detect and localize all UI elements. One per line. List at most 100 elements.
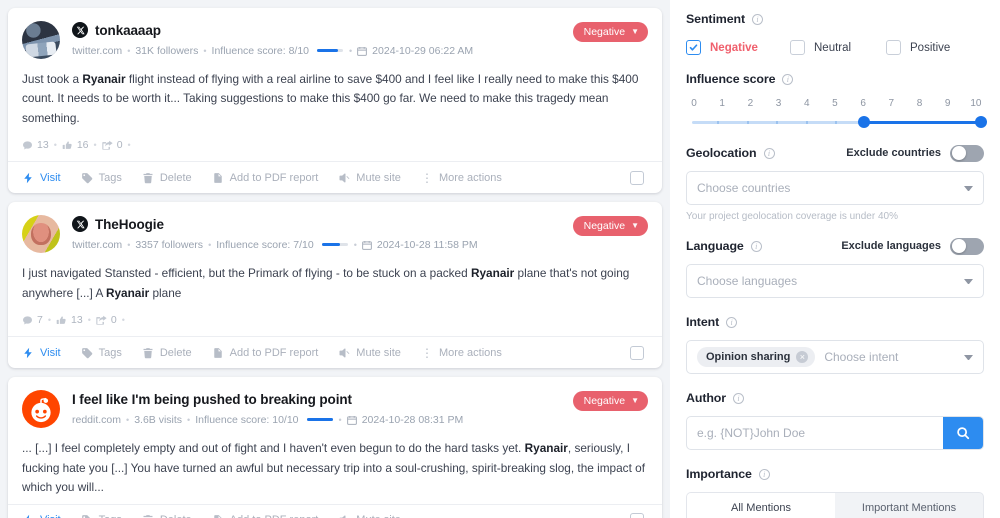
mute-icon (339, 173, 350, 183)
author-name[interactable]: TheHoogie (95, 217, 164, 232)
tick-1: 1 (719, 98, 725, 109)
slider-handle-min[interactable] (858, 116, 871, 128)
more-actions[interactable]: ⋮ More actions (421, 347, 502, 359)
source-domain[interactable]: twitter.com (72, 239, 122, 251)
visit-action[interactable]: Visit (22, 347, 61, 359)
delete-action[interactable]: Delete (142, 172, 192, 184)
mention-header-text: tonkaaaap twitter.com • 31K followers • … (72, 20, 648, 57)
info-icon[interactable]: i (782, 73, 794, 85)
author-search-button[interactable] (943, 417, 983, 449)
tags-action[interactable]: Tags (81, 514, 122, 518)
influence-score-label: Influence score: 7/10 (216, 239, 314, 252)
sentiment-badge[interactable]: Negative ▼ (572, 391, 648, 412)
add-to-pdf-action[interactable]: Add to PDF report (212, 172, 318, 184)
influence-score-label: Influence score: 10/10 (195, 414, 299, 427)
filter-language-label: Language (686, 239, 744, 253)
mention-select-checkbox[interactable] (630, 513, 644, 518)
tab-important-mentions[interactable]: Important Mentions (835, 493, 983, 518)
tags-action-label: Tags (98, 171, 122, 184)
mention-header-text: TheHoogie twitter.com • 3357 followers •… (72, 214, 648, 251)
mention-action-bar: Visit Tags Delete Add to PDF report Mute… (8, 161, 662, 193)
visit-action[interactable]: Visit (22, 514, 61, 518)
influence-score-bar (306, 418, 333, 422)
info-icon[interactable]: i (750, 240, 762, 252)
filter-author: Author i e.g. {NOT}John Doe (686, 389, 984, 450)
slider-handle-max[interactable] (974, 116, 987, 128)
info-icon[interactable]: i (726, 316, 738, 328)
delete-action[interactable]: Delete (142, 347, 192, 359)
snippet-text-pre: ... [...] I feel completely empty and ou… (22, 441, 525, 456)
filter-influence-score: Influence score i 0 1 2 3 4 5 6 7 8 9 10 (686, 70, 987, 129)
intent-select[interactable]: Opinion sharing × Choose intent (686, 340, 984, 374)
info-icon[interactable]: i (733, 392, 745, 404)
checkbox-neutral[interactable] (790, 40, 805, 55)
remove-chip-icon[interactable]: × (796, 351, 809, 363)
exclude-languages-toggle[interactable] (950, 237, 984, 255)
intent-chip-label: Opinion sharing (706, 351, 791, 363)
languages-select-placeholder: Choose languages (697, 274, 798, 288)
share-icon (102, 140, 113, 150)
add-to-pdf-action[interactable]: Add to PDF report (212, 514, 318, 518)
mention-header: TheHoogie twitter.com • 3357 followers •… (22, 214, 648, 254)
mention-meta: reddit.com • 3.6B visits • Influence sco… (72, 414, 552, 426)
add-to-pdf-action[interactable]: Add to PDF report (212, 347, 318, 359)
tags-action[interactable]: Tags (81, 347, 122, 359)
likes-count: 13 (71, 314, 83, 327)
post-title[interactable]: I feel like I'm being pushed to breaking… (72, 392, 352, 407)
avatar (22, 390, 60, 429)
mention-snippet: ... [...] I feel completely empty and ou… (22, 439, 648, 497)
checkbox-positive[interactable] (886, 40, 901, 55)
delete-action[interactable]: Delete (142, 514, 192, 518)
calendar-icon (346, 416, 357, 426)
engagement-stats: 13 • 16 • 0 • (22, 139, 648, 151)
mention-card-body: I feel like I'm being pushed to breaking… (8, 377, 662, 503)
filter-language-header: Language i Exclude languages (686, 237, 984, 255)
author-name[interactable]: tonkaaaap (95, 23, 161, 38)
likes-stat: 13 (56, 314, 83, 326)
mute-site-action[interactable]: Mute site (338, 514, 401, 518)
influence-slider-track[interactable] (688, 115, 987, 129)
tags-action[interactable]: Tags (81, 172, 122, 184)
sentiment-option-positive[interactable]: Positive (886, 40, 950, 55)
mention-header-text: I feel like I'm being pushed to breaking… (72, 389, 648, 427)
tags-action-label: Tags (99, 514, 122, 518)
sentiment-badge[interactable]: Negative ▼ (572, 22, 648, 42)
source-domain[interactable]: twitter.com (72, 45, 122, 57)
author-input[interactable]: e.g. {NOT}John Doe (687, 417, 943, 449)
checkbox-negative[interactable] (686, 40, 701, 55)
tab-all-mentions[interactable]: All Mentions (687, 493, 835, 518)
source-domain[interactable]: reddit.com (72, 414, 121, 426)
lightning-icon (26, 514, 30, 518)
mention-select-checkbox[interactable] (630, 345, 644, 360)
influence-slider[interactable]: 0 1 2 3 4 5 6 7 8 9 10 (686, 98, 987, 129)
meta-separator: • (127, 240, 131, 251)
info-icon[interactable]: i (752, 13, 763, 25)
mention-snippet: Just took a Ryanair flight instead of fl… (22, 70, 648, 128)
likes-count: 16 (76, 139, 89, 152)
visit-action[interactable]: Visit (22, 172, 61, 184)
languages-select[interactable]: Choose languages (686, 264, 984, 298)
sentiment-option-negative[interactable]: Negative (686, 40, 790, 55)
sentiment-option-neutral[interactable]: Neutral (790, 40, 886, 55)
mention-date: 2024-10-29 06:22 AM (372, 45, 474, 57)
tick-4: 4 (803, 98, 810, 109)
more-actions[interactable]: ⋮ More actions (421, 172, 502, 184)
mention-header: tonkaaaap twitter.com • 31K followers • … (22, 20, 648, 59)
sentiment-badge[interactable]: Negative ▼ (572, 216, 648, 237)
snippet-text-pre: I just navigated Stansted - efficient, b… (22, 266, 471, 281)
tick-0: 0 (691, 98, 697, 109)
lightning-icon (24, 172, 32, 184)
mention-select-checkbox[interactable] (630, 170, 644, 185)
engagement-stats: 7 • 13 • 0 • (22, 314, 648, 326)
mute-site-action[interactable]: Mute site (338, 347, 401, 359)
mute-site-action[interactable]: Mute site (338, 172, 401, 184)
thumbs-up-icon (56, 316, 66, 324)
exclude-countries-toggle[interactable] (950, 144, 984, 162)
author-input-group: e.g. {NOT}John Doe (686, 416, 984, 450)
info-icon[interactable]: i (758, 468, 770, 480)
countries-select[interactable]: Choose countries (686, 171, 984, 205)
filter-influence-label: Influence score (686, 72, 776, 86)
sentiment-option-neutral-label: Neutral (814, 41, 852, 54)
info-icon[interactable]: i (763, 147, 775, 159)
tag-icon (81, 515, 90, 518)
